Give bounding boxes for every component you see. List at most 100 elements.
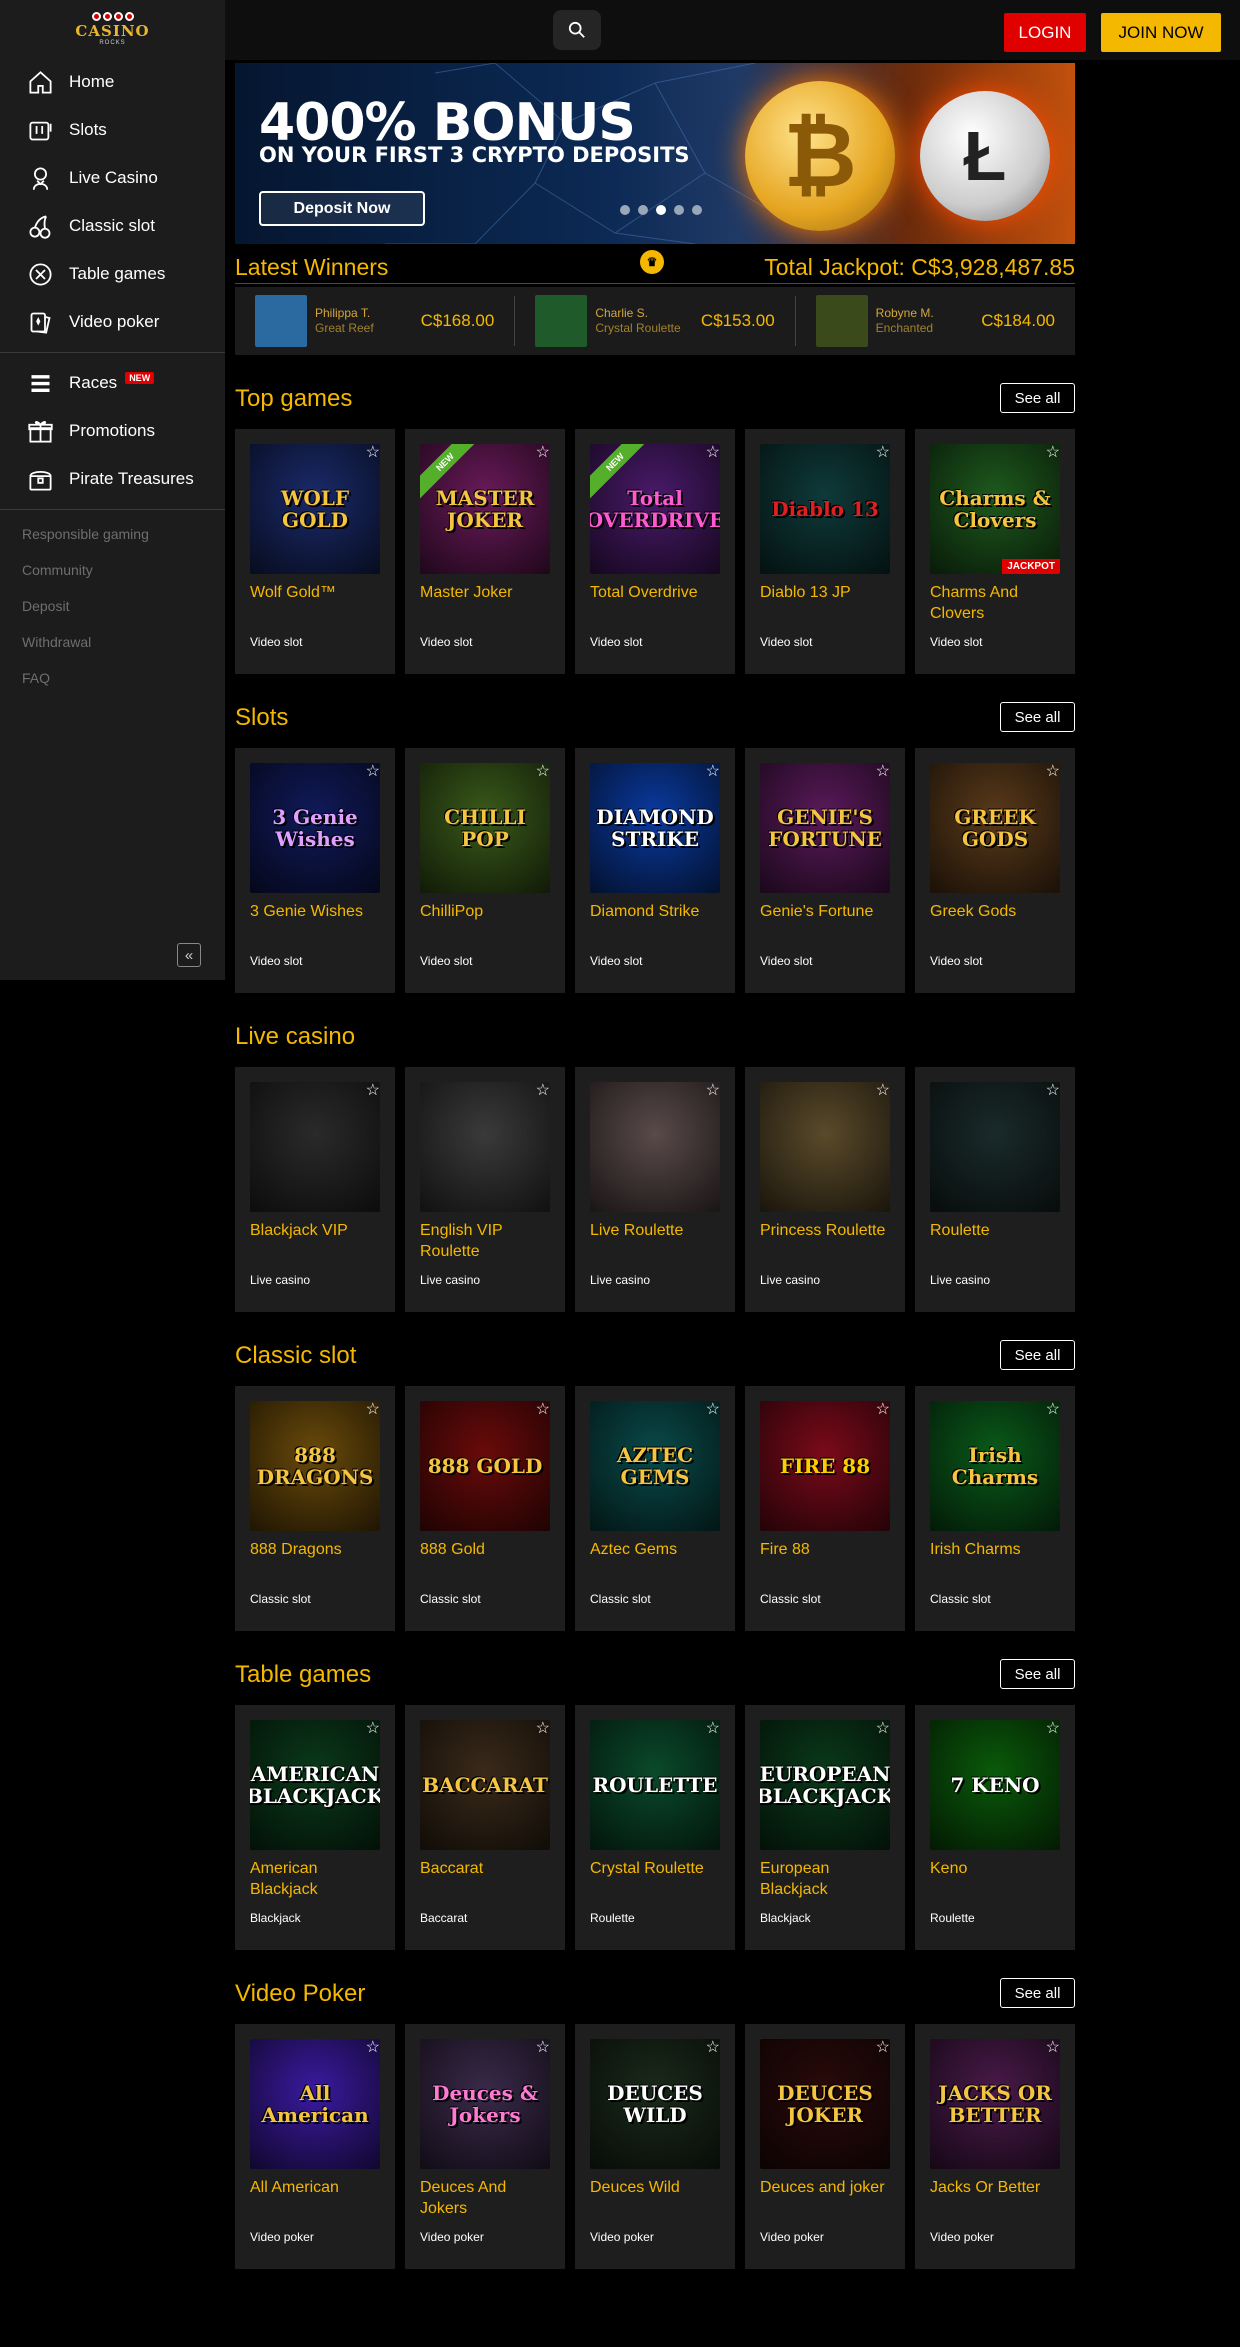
favorite-star-icon[interactable]: ☆ [706,1399,720,1419]
game-name[interactable]: 3 Genie Wishes [250,901,380,949]
favorite-star-icon[interactable]: ☆ [366,1080,380,1100]
game-thumbnail[interactable]: AZTEC GEMS [590,1401,720,1531]
game-name[interactable]: Charms And Clovers [930,582,1060,630]
game-card[interactable]: WOLF GOLD ☆ Wolf Gold™ Video slot [235,429,395,674]
game-card[interactable]: AMERICAN BLACKJACK ☆ American Blackjack Bla… [235,1705,395,1950]
favorite-star-icon[interactable]: ☆ [366,1399,380,1419]
game-name[interactable]: Irish Charms [930,1539,1060,1587]
favorite-star-icon[interactable]: ☆ [1046,1080,1060,1100]
sidebar-link-withdrawal[interactable]: Withdrawal [0,624,225,660]
search-button[interactable] [553,10,601,50]
sidebar-link-community[interactable]: Community [0,552,225,588]
game-name[interactable]: European Blackjack [760,1858,890,1906]
game-thumbnail[interactable]: Total OVERDRIVE NEW [590,444,720,574]
game-card[interactable]: MASTER JOKER NEW ☆ Master Joker Video slot [405,429,565,674]
game-name[interactable]: Roulette [930,1220,1060,1268]
sidebar-item-promotions[interactable]: Promotions [0,407,225,455]
game-name[interactable]: 888 Gold [420,1539,550,1587]
carousel-dots[interactable] [620,205,702,215]
sidebar-item-home[interactable]: Home [0,58,225,106]
favorite-star-icon[interactable]: ☆ [876,1718,890,1738]
game-name[interactable]: Deuces And Jokers [420,2177,550,2225]
sidebar-item-races[interactable]: Races NEW [0,359,225,407]
favorite-star-icon[interactable]: ☆ [536,1080,550,1100]
game-name[interactable]: Greek Gods [930,901,1060,949]
carousel-dot[interactable] [692,205,702,215]
game-thumbnail[interactable]: DIAMOND STRIKE [590,763,720,893]
sidebar-item-live-casino[interactable]: Live Casino [0,154,225,202]
sidebar-item-pirate-treasures[interactable]: Pirate Treasures [0,455,225,503]
game-name[interactable]: Jacks Or Better [930,2177,1060,2225]
game-card[interactable]: Total OVERDRIVE NEW ☆ Total Overdrive Video … [575,429,735,674]
favorite-star-icon[interactable]: ☆ [536,1399,550,1419]
game-thumbnail[interactable]: MASTER JOKER NEW [420,444,550,574]
favorite-star-icon[interactable]: ☆ [876,761,890,781]
game-name[interactable]: Diablo 13 JP [760,582,890,630]
favorite-star-icon[interactable]: ☆ [706,442,720,462]
game-card[interactable]: DIAMOND STRIKE ☆ Diamond Strike Video slot [575,748,735,993]
game-thumbnail[interactable]: GREEK GODS [930,763,1060,893]
game-card[interactable]: FIRE 88 ☆ Fire 88 Classic slot [745,1386,905,1631]
carousel-dot[interactable] [656,205,666,215]
sidebar-link-deposit[interactable]: Deposit [0,588,225,624]
game-name[interactable]: Fire 88 [760,1539,890,1587]
game-name[interactable]: Blackjack VIP [250,1220,380,1268]
carousel-dot[interactable] [638,205,648,215]
game-name[interactable]: Keno [930,1858,1060,1906]
favorite-star-icon[interactable]: ☆ [366,761,380,781]
game-thumbnail[interactable] [930,1082,1060,1212]
sidebar-link-responsible-gaming[interactable]: Responsible gaming [0,516,225,552]
game-card[interactable]: ☆ Princess Roulette Live casino [745,1067,905,1312]
sidebar-item-table-games[interactable]: Table games [0,250,225,298]
favorite-star-icon[interactable]: ☆ [366,2037,380,2057]
game-thumbnail[interactable]: Deuces & Jokers [420,2039,550,2169]
game-card[interactable]: ☆ Blackjack VIP Live casino [235,1067,395,1312]
deposit-now-button[interactable]: Deposit Now [259,191,425,226]
collapse-sidebar-button[interactable]: « [177,943,201,967]
game-thumbnail[interactable] [760,1082,890,1212]
game-name[interactable]: Baccarat [420,1858,550,1906]
game-thumbnail[interactable] [250,1082,380,1212]
game-name[interactable]: Princess Roulette [760,1220,890,1268]
game-card[interactable]: 888 DRAGONS ☆ 888 Dragons Classic slot [235,1386,395,1631]
favorite-star-icon[interactable]: ☆ [706,761,720,781]
game-name[interactable]: Crystal Roulette [590,1858,720,1906]
sidebar-item-slots[interactable]: Slots [0,106,225,154]
game-thumbnail[interactable]: GENIE'S FORTUNE [760,763,890,893]
game-card[interactable]: 7 KENO ☆ Keno Roulette [915,1705,1075,1950]
game-thumbnail[interactable]: 888 DRAGONS [250,1401,380,1531]
winner-item[interactable]: Robyne M. Enchanted C$184.00 [796,295,1075,347]
game-thumbnail[interactable]: JACKS OR BETTER [930,2039,1060,2169]
game-card[interactable]: All American ☆ All American Video poker [235,2024,395,2269]
logo[interactable]: CASINO ROCKS [0,0,225,58]
game-card[interactable]: 3 Genie Wishes ☆ 3 Genie Wishes Video slot [235,748,395,993]
game-thumbnail[interactable]: CHILLI POP [420,763,550,893]
game-card[interactable]: BACCARAT ☆ Baccarat Baccarat [405,1705,565,1950]
favorite-star-icon[interactable]: ☆ [536,761,550,781]
favorite-star-icon[interactable]: ☆ [876,442,890,462]
game-thumbnail[interactable]: 7 KENO [930,1720,1060,1850]
game-name[interactable]: All American [250,2177,380,2225]
favorite-star-icon[interactable]: ☆ [706,2037,720,2057]
game-card[interactable]: Diablo 13 ☆ Diablo 13 JP Video slot [745,429,905,674]
game-thumbnail[interactable]: 3 Genie Wishes [250,763,380,893]
game-name[interactable]: Diamond Strike [590,901,720,949]
game-thumbnail[interactable]: Irish Charms [930,1401,1060,1531]
game-card[interactable]: ☆ Roulette Live casino [915,1067,1075,1312]
join-now-button[interactable]: JOIN NOW [1101,13,1221,52]
see-all-button[interactable]: See all [1000,1659,1075,1689]
see-all-button[interactable]: See all [1000,702,1075,732]
game-thumbnail[interactable]: 888 GOLD [420,1401,550,1531]
favorite-star-icon[interactable]: ☆ [706,1080,720,1100]
see-all-button[interactable]: See all [1000,1340,1075,1370]
game-thumbnail[interactable]: ROULETTE [590,1720,720,1850]
game-card[interactable]: JACKS OR BETTER ☆ Jacks Or Better Video pok… [915,2024,1075,2269]
favorite-star-icon[interactable]: ☆ [536,442,550,462]
game-thumbnail[interactable]: FIRE 88 [760,1401,890,1531]
game-card[interactable]: Charms & Clovers JACKPOT ☆ Charms And Clove… [915,429,1075,674]
game-name[interactable]: English VIP Roulette [420,1220,550,1268]
game-name[interactable]: Deuces Wild [590,2177,720,2225]
game-card[interactable]: Deuces & Jokers ☆ Deuces And Jokers Video p… [405,2024,565,2269]
game-card[interactable]: Irish Charms ☆ Irish Charms Classic slot [915,1386,1075,1631]
game-name[interactable]: Deuces and joker [760,2177,890,2225]
